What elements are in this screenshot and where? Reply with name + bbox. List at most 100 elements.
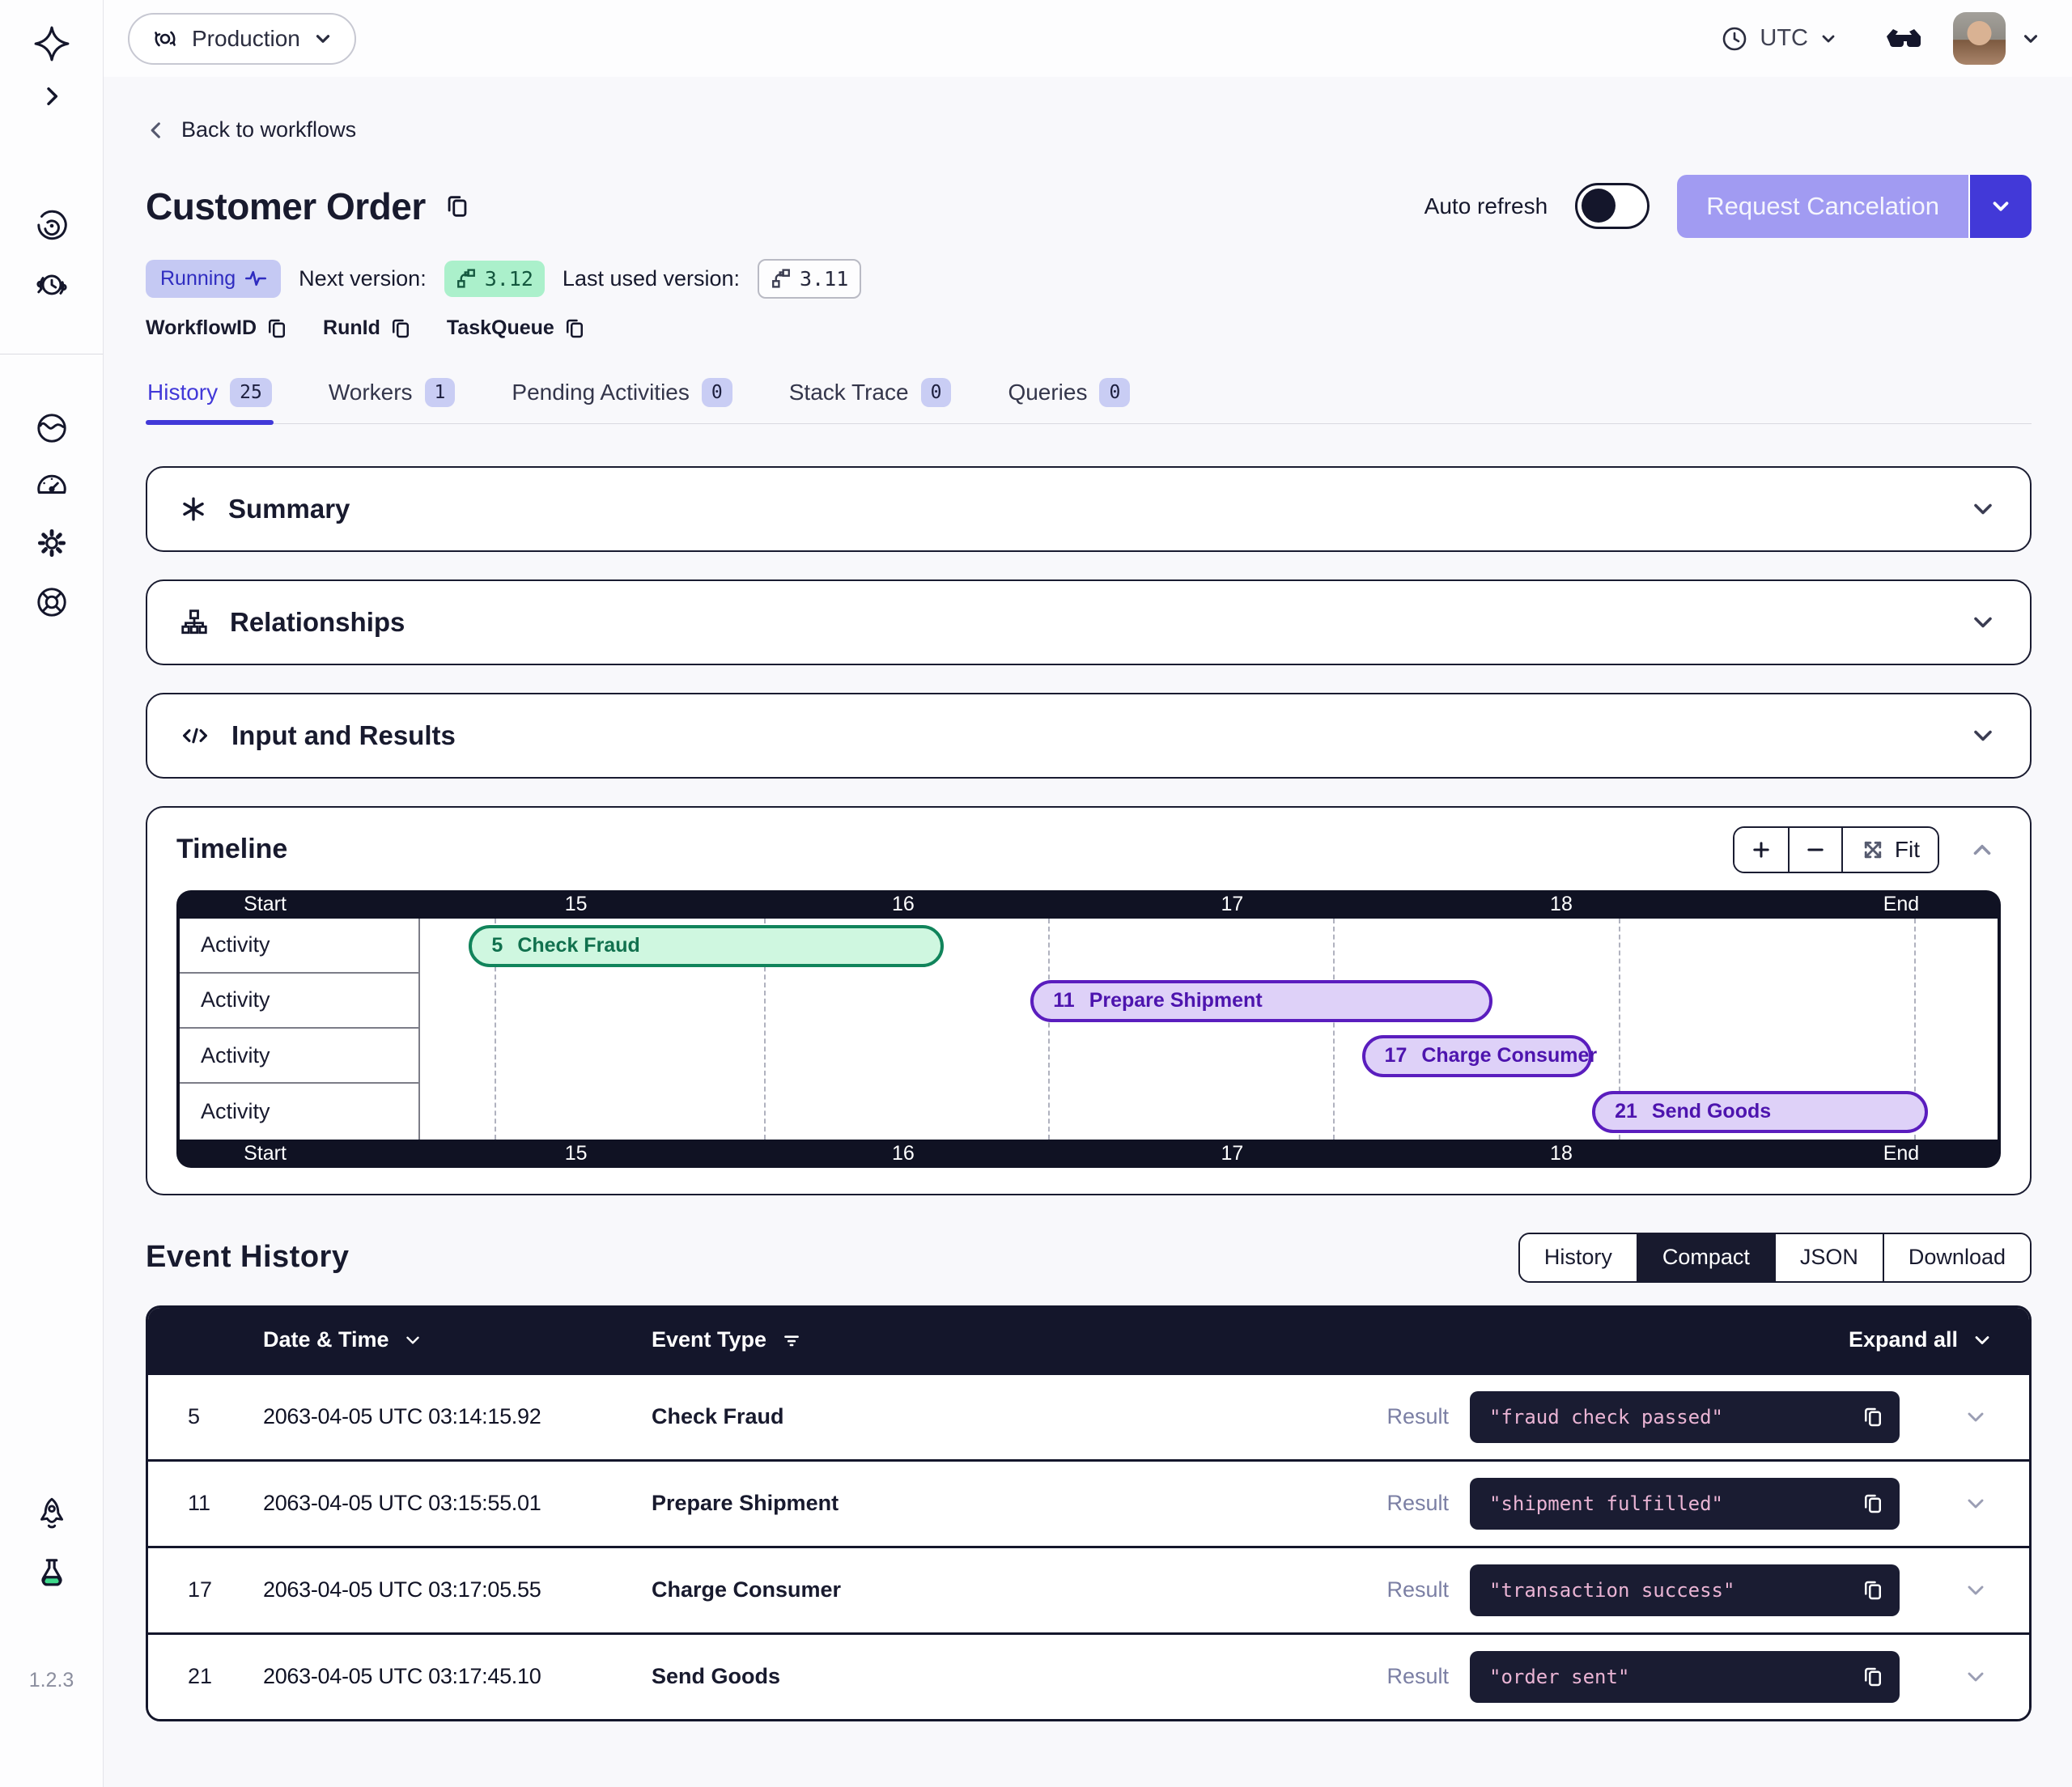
version-branch-icon <box>456 268 477 289</box>
result-value: "transaction success" <box>1489 1579 1861 1602</box>
event-history-title: Event History <box>146 1240 349 1275</box>
request-cancelation-label[interactable]: Request Cancelation <box>1677 175 1968 238</box>
copy-icon[interactable] <box>1861 1665 1885 1689</box>
labs-glasses-icon[interactable] <box>1883 23 1924 54</box>
zoom-in-button[interactable] <box>1734 828 1788 872</box>
timeline-chart: Start 15 16 17 18 End Activity Activity … <box>176 890 2001 1168</box>
pulse-icon <box>245 270 266 287</box>
timeline-bar-check-fraud[interactable]: 5Check Fraud <box>469 925 944 967</box>
row-expand-button[interactable] <box>1958 1577 1993 1604</box>
copy-icon[interactable] <box>1861 1492 1885 1516</box>
version-branch-icon <box>771 268 792 289</box>
namespace-label: Production <box>192 26 300 52</box>
relationships-accordion[interactable]: Relationships <box>146 579 2032 665</box>
event-row[interactable]: 17 2063-04-05 UTC 03:17:05.55 Charge Con… <box>148 1546 2029 1632</box>
view-json-button[interactable]: JSON <box>1774 1234 1883 1281</box>
row-expand-button[interactable] <box>1958 1663 1993 1691</box>
result-value: "shipment fulfilled" <box>1489 1492 1861 1515</box>
namespace-switcher[interactable]: Production <box>128 13 356 65</box>
view-compact-button[interactable]: Compact <box>1637 1234 1774 1281</box>
workflow-id-copy[interactable]: WorkflowID <box>146 316 289 341</box>
sidebar-item-settings[interactable] <box>33 524 70 562</box>
timeline-bar-charge-consumer[interactable]: 17Charge Consumer <box>1362 1035 1593 1077</box>
title-row: Customer Order Auto refresh Request Canc… <box>146 175 2032 238</box>
chevron-down-icon <box>1968 721 1998 750</box>
copy-icon <box>388 316 413 341</box>
event-id: 17 <box>188 1577 263 1602</box>
event-type: Send Goods <box>652 1664 1386 1689</box>
next-version-label: Next version: <box>299 266 427 291</box>
timeline-collapse-button[interactable] <box>1964 835 2001 864</box>
timeline-row-label: Activity <box>180 974 418 1029</box>
timezone-selector[interactable]: UTC <box>1720 24 1838 53</box>
temporal-logo-icon[interactable] <box>33 25 70 62</box>
code-icon <box>180 722 210 749</box>
ids-row: WorkflowID RunId TaskQueue <box>146 316 2032 341</box>
run-id-copy[interactable]: RunId <box>323 316 413 341</box>
input-results-accordion[interactable]: Input and Results <box>146 693 2032 779</box>
cancelation-menu-caret[interactable] <box>1968 175 2032 238</box>
timeline-panel: Timeline Fit <box>146 806 2032 1195</box>
copy-title-button[interactable] <box>444 193 471 220</box>
avatar[interactable] <box>1953 12 2006 65</box>
back-to-workflows-link[interactable]: Back to workflows <box>146 117 356 142</box>
sidebar-item-support[interactable] <box>33 584 70 621</box>
sidebar-item-schedules[interactable] <box>33 267 70 304</box>
column-date-time[interactable]: Date & Time <box>263 1327 652 1352</box>
timeline-axis-top: Start 15 16 17 18 End <box>180 890 1998 919</box>
copy-icon[interactable] <box>1861 1578 1885 1602</box>
tab-history[interactable]: History25 <box>146 373 274 423</box>
tab-workers[interactable]: Workers1 <box>327 373 457 423</box>
auto-refresh-toggle[interactable] <box>1575 183 1650 229</box>
chevron-down-icon <box>1963 1404 1989 1430</box>
last-version-badge: 3.11 <box>758 259 861 299</box>
sidebar-item-labs-flask[interactable] <box>33 1554 70 1591</box>
row-expand-button[interactable] <box>1958 1403 1993 1431</box>
timeline-row-label: Activity <box>180 1029 418 1084</box>
summary-accordion[interactable]: Summary <box>146 466 2032 552</box>
chevron-up-icon <box>1968 836 1996 864</box>
chevron-left-icon <box>146 119 168 142</box>
status-badge: Running <box>146 260 281 298</box>
relationships-title: Relationships <box>230 607 405 638</box>
result-chip: "order sent" <box>1470 1651 1900 1703</box>
sidebar-item-namespaces[interactable] <box>33 410 70 447</box>
event-history-table: Date & Time Event Type Expand all 5 2063… <box>146 1305 2032 1721</box>
event-row[interactable]: 5 2063-04-05 UTC 03:14:15.92 Check Fraud… <box>148 1373 2029 1459</box>
topbar: Production UTC <box>103 0 2072 77</box>
event-row[interactable]: 21 2063-04-05 UTC 03:17:45.10 Send Goods… <box>148 1632 2029 1719</box>
expand-all-button[interactable]: Expand all <box>1849 1327 1993 1352</box>
zoom-out-button[interactable] <box>1788 828 1841 872</box>
request-cancelation-button[interactable]: Request Cancelation <box>1677 175 2032 238</box>
timeline-row-labels: Activity Activity Activity Activity <box>180 919 420 1140</box>
sidebar-item-getting-started[interactable] <box>33 1495 70 1532</box>
event-id: 5 <box>188 1404 263 1429</box>
toggle-knob <box>1582 189 1616 223</box>
input-results-title: Input and Results <box>231 720 456 751</box>
column-event-type[interactable]: Event Type <box>652 1327 1849 1352</box>
row-expand-button[interactable] <box>1958 1490 1993 1517</box>
task-queue-copy[interactable]: TaskQueue <box>447 316 587 341</box>
sidebar-item-usage[interactable] <box>33 465 70 502</box>
copy-icon <box>444 193 471 220</box>
tab-queries[interactable]: Queries0 <box>1006 373 1132 423</box>
event-time: 2063-04-05 UTC 03:17:45.10 <box>263 1664 652 1689</box>
result-label: Result <box>1386 1491 1449 1516</box>
chevron-down-icon <box>312 28 333 49</box>
timeline-bar-send-goods[interactable]: 21Send Goods <box>1592 1091 1928 1133</box>
tab-pending-activities[interactable]: Pending Activities0 <box>510 373 733 423</box>
event-row[interactable]: 11 2063-04-05 UTC 03:15:55.01 Prepare Sh… <box>148 1459 2029 1546</box>
download-button[interactable]: Download <box>1883 1234 2030 1281</box>
plus-icon <box>1750 838 1773 861</box>
zoom-fit-button[interactable]: Fit <box>1841 828 1938 872</box>
timeline-bar-prepare-shipment[interactable]: 11Prepare Shipment <box>1030 980 1492 1022</box>
copy-icon[interactable] <box>1861 1405 1885 1429</box>
account-menu-chevron-icon[interactable] <box>2020 28 2041 49</box>
tab-stack-trace[interactable]: Stack Trace0 <box>788 373 953 423</box>
next-version-badge: 3.12 <box>444 261 545 297</box>
view-history-button[interactable]: History <box>1520 1234 1637 1281</box>
sidebar-expand-button[interactable] <box>34 83 70 110</box>
event-type: Prepare Shipment <box>652 1491 1386 1516</box>
timeline-zoom-controls: Fit <box>1733 826 1939 873</box>
sidebar-item-workflows[interactable] <box>33 207 70 244</box>
